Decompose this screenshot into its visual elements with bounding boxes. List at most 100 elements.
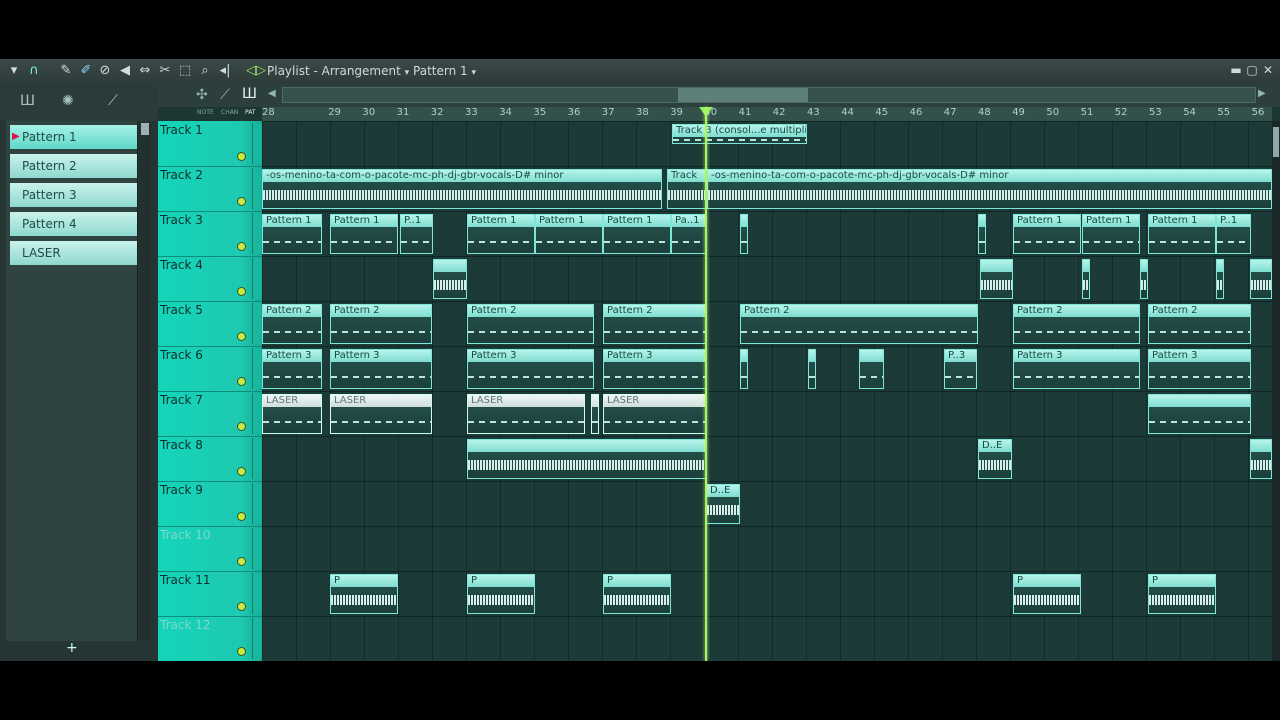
playlist-clip[interactable]: P (603, 574, 671, 614)
track-header[interactable]: Track 7 (158, 391, 262, 437)
scroll-right-icon[interactable]: ▶ (1258, 88, 1266, 99)
automation-tab-icon[interactable]: ⟋ (108, 93, 118, 109)
playlist-clip[interactable]: LASER (603, 394, 706, 434)
zoom-icon[interactable]: ⌕ (197, 63, 213, 79)
playlist-clip[interactable] (1216, 259, 1224, 299)
overview-selection[interactable] (678, 88, 808, 102)
playlist-clip[interactable]: D..E (706, 484, 740, 524)
playlist-clip[interactable] (740, 214, 748, 254)
track-mute-led[interactable] (237, 197, 246, 206)
scroll-thumb[interactable] (141, 123, 149, 135)
track-mute-led[interactable] (237, 557, 246, 566)
patterns-tab-icon[interactable]: Ш (20, 93, 35, 109)
maximize-icon[interactable]: ▢ (1244, 63, 1260, 77)
delete-icon[interactable]: ⊘ (97, 63, 113, 79)
track-header[interactable]: Track 12 (158, 616, 262, 661)
playlist-clip[interactable]: P (330, 574, 398, 614)
playlist-clip[interactable] (1140, 259, 1148, 299)
track-grip[interactable] (252, 258, 261, 299)
track-mute-led[interactable] (237, 287, 246, 296)
playlist-clip[interactable]: P..1 (1216, 214, 1251, 254)
magnet-icon[interactable]: ∩ (26, 63, 42, 79)
playlist-clip[interactable]: Pattern 2 (262, 304, 322, 344)
track-grip[interactable] (252, 528, 261, 569)
playlist-clip[interactable]: Pattern 3 (262, 349, 322, 389)
track-header[interactable]: Track 9 (158, 481, 262, 527)
track-header[interactable]: Track 5 (158, 301, 262, 347)
playlist-clip[interactable] (740, 349, 748, 389)
playlist-clip[interactable]: Pattern 1 (262, 214, 322, 254)
pattern-item-3[interactable]: Pattern 3 (10, 183, 137, 207)
playlist-clip[interactable]: P (1148, 574, 1216, 614)
pattern-item-1[interactable]: ▶ Pattern 1 (10, 125, 137, 149)
track-header[interactable]: Track 2 (158, 166, 262, 212)
track-mute-led[interactable] (237, 242, 246, 251)
playlist-clip[interactable]: Pattern 1 (535, 214, 603, 254)
playlist-grid[interactable]: Track 3 (consol...e multiplier -os-menino… (262, 121, 1272, 661)
track-grip[interactable] (252, 348, 261, 389)
track-header[interactable]: Track 8 (158, 436, 262, 482)
playback-icon[interactable]: ◂| (217, 63, 233, 79)
playlist-clip[interactable]: Pattern 2 (330, 304, 432, 344)
playlist-clip[interactable] (859, 349, 884, 389)
playlist-clip[interactable]: Pattern 2 (603, 304, 706, 344)
track-mute-led[interactable] (237, 602, 246, 611)
pattern-scrollbar[interactable] (139, 123, 151, 641)
track-grip[interactable] (252, 573, 261, 614)
brush-icon[interactable]: ✐ (78, 63, 94, 79)
scroll-left-icon[interactable]: ◀ (268, 88, 276, 99)
track-mute-led[interactable] (237, 377, 246, 386)
track-grip[interactable] (252, 483, 261, 524)
track-header[interactable]: Track 4 (158, 256, 262, 302)
playlist-clip[interactable]: Pattern 3 (330, 349, 432, 389)
time-ruler[interactable]: 28 29 30 31 32 33 34 35 36 37 38 39 40 41 42 43 44 45 46 47… (262, 107, 1272, 121)
playlist-clip[interactable] (433, 259, 467, 299)
track-grip[interactable] (252, 168, 261, 209)
track-header[interactable]: Track 1 (158, 121, 262, 167)
playlist-clip[interactable]: Pattern 1 (330, 214, 398, 254)
playlist-clip[interactable]: Pattern 3 (1148, 349, 1251, 389)
piano-icon[interactable]: Ш (242, 86, 257, 102)
playlist-clip[interactable] (1082, 259, 1090, 299)
title-pattern[interactable]: Pattern 1 (413, 64, 468, 78)
playlist-clip[interactable]: P (467, 574, 535, 614)
playlist-vertical-scrollbar[interactable] (1272, 121, 1280, 661)
pattern-item-laser[interactable]: LASER (10, 241, 137, 265)
playlist-clip[interactable]: LASER (262, 394, 322, 434)
playlist-clip[interactable]: Pattern 1 (1082, 214, 1140, 254)
play-pattern-icon[interactable]: ◁▷ (246, 63, 266, 79)
playlist-clip[interactable]: P..1 (400, 214, 433, 254)
snap-icon[interactable]: ✣ (196, 87, 208, 103)
select-icon[interactable]: ⬚ (177, 63, 193, 79)
playlist-clip[interactable]: Pattern 1 (603, 214, 671, 254)
playlist-clip[interactable]: -os-menino-ta-com-o-pacote-mc-ph-dj-gbr-… (262, 169, 662, 209)
playlist-clip[interactable] (591, 394, 599, 434)
close-icon[interactable]: ✕ (1260, 63, 1276, 77)
track-grip[interactable] (252, 303, 261, 344)
track-grip[interactable] (252, 438, 261, 479)
playlist-clip[interactable]: P (1013, 574, 1081, 614)
track-mute-led[interactable] (237, 422, 246, 431)
title-dropdown-icon[interactable]: ▾ (405, 68, 410, 78)
track-grip[interactable] (252, 123, 261, 164)
playlist-clip[interactable]: Pattern 1 (467, 214, 535, 254)
playlist-clip[interactable] (1148, 394, 1251, 434)
playlist-clip[interactable]: LASER (467, 394, 585, 434)
pattern-dropdown-icon[interactable]: ▾ (471, 68, 476, 78)
playlist-clip[interactable]: Pattern 2 (740, 304, 978, 344)
track-mute-led[interactable] (237, 512, 246, 521)
playlist-clip[interactable]: Pattern 3 (467, 349, 594, 389)
audio-tab-icon[interactable]: ✺ (62, 93, 74, 109)
menu-arrow-icon[interactable]: ▾ (6, 63, 22, 79)
track-grip[interactable] (252, 393, 261, 434)
playlist-clip[interactable] (980, 259, 1013, 299)
track-mute-led[interactable] (237, 332, 246, 341)
playlist-clip[interactable]: Pattern 1 (1013, 214, 1081, 254)
playlist-clip[interactable]: Track 3 (consol...e multiplier (672, 124, 807, 144)
playlist-clip[interactable] (1250, 439, 1272, 479)
track-grip[interactable] (252, 618, 261, 659)
playlist-clip[interactable]: Pattern 3 (603, 349, 706, 389)
track-header[interactable]: Track 6 (158, 346, 262, 392)
playlist-clip[interactable] (808, 349, 816, 389)
minimize-icon[interactable]: ▬ (1228, 63, 1244, 77)
